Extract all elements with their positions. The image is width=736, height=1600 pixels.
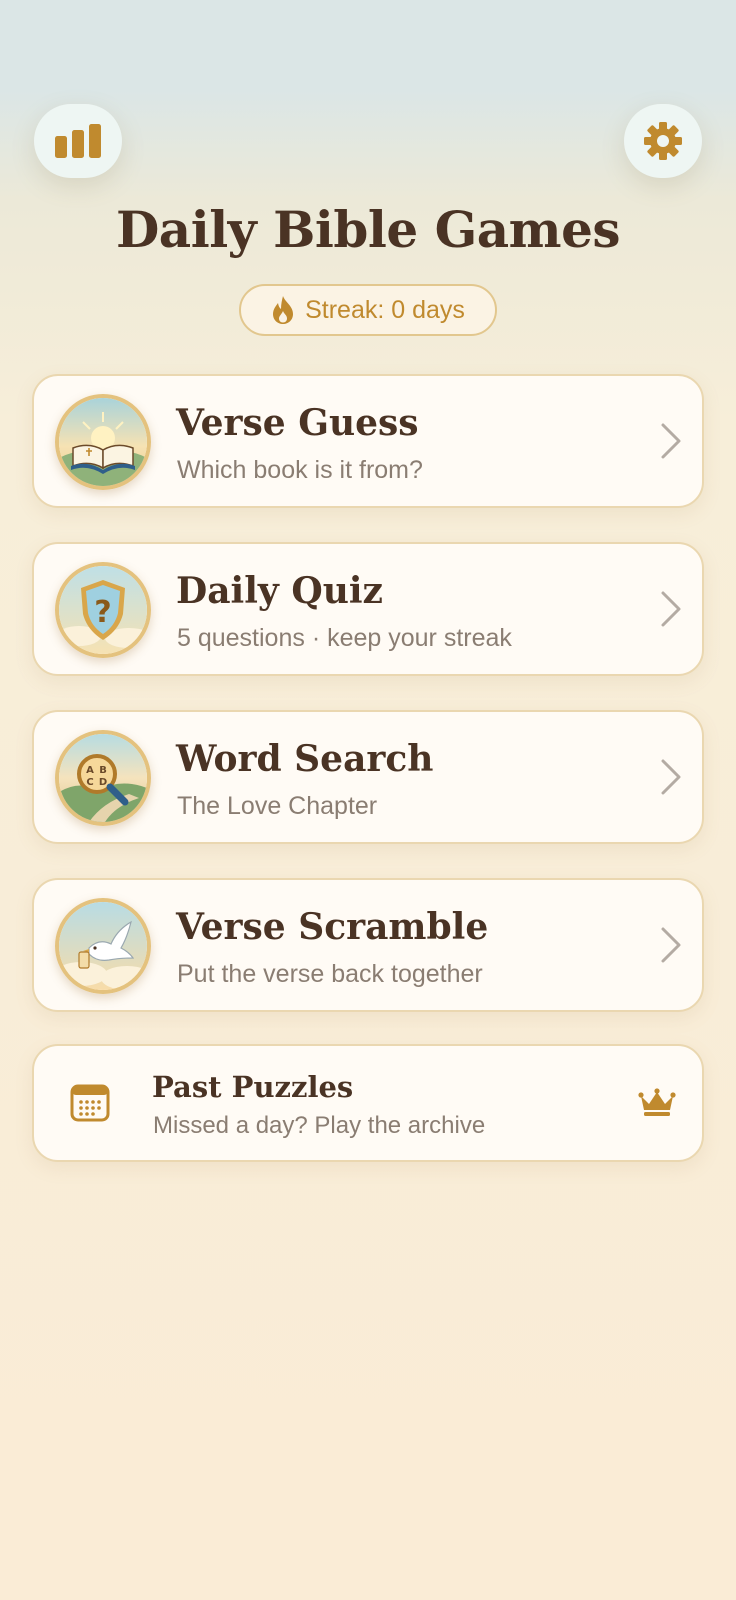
page-title: Daily Bible Games: [115, 200, 621, 259]
past-puzzles-subtitle: Missed a day? Play the archive: [153, 1112, 486, 1139]
game-title: Word Search: [176, 738, 434, 780]
game-card-daily-quiz[interactable]: ? Daily Quiz 5 questions · keep your str…: [32, 542, 704, 676]
streak-badge: Streak: 0 days: [239, 284, 497, 336]
stats-button[interactable]: [34, 104, 122, 178]
past-puzzles-title: Past Puzzles: [152, 1070, 354, 1104]
game-subtitle: The Love Chapter: [177, 792, 378, 820]
past-puzzles-card[interactable]: Past Puzzles Missed a day? Play the arch…: [32, 1044, 704, 1162]
svg-text:?: ?: [94, 595, 111, 630]
open-bible-icon: [55, 394, 151, 490]
dove-icon: [55, 898, 151, 994]
game-card-verse-guess[interactable]: Verse Guess Which book is it from?: [32, 374, 704, 508]
streak-label: Streak: 0 days: [305, 295, 465, 324]
svg-text:A: A: [86, 765, 94, 776]
flame-icon: [273, 296, 294, 324]
question-shield-icon: ?: [55, 562, 151, 658]
chevron-right-icon: [661, 423, 681, 459]
bar-chart-icon: [55, 124, 101, 158]
svg-text:B: B: [99, 765, 107, 776]
game-card-word-search[interactable]: A B C D Word Search The Love Chapter: [32, 710, 704, 844]
svg-text:D: D: [99, 777, 107, 788]
magnifier-letters-icon: A B C D: [55, 730, 151, 826]
settings-button[interactable]: [624, 104, 702, 178]
game-subtitle: Which book is it from?: [177, 456, 423, 484]
chevron-right-icon: [661, 759, 681, 795]
game-subtitle: Put the verse back together: [177, 960, 483, 988]
game-title: Verse Scramble: [176, 906, 489, 948]
chevron-right-icon: [661, 927, 681, 963]
game-title: Daily Quiz: [176, 570, 383, 612]
svg-text:C: C: [86, 777, 93, 788]
calendar-icon: [70, 1084, 110, 1122]
game-subtitle: 5 questions · keep your streak: [177, 624, 512, 652]
crown-icon: [638, 1088, 676, 1116]
chevron-right-icon: [661, 591, 681, 627]
gear-icon: [644, 122, 682, 160]
game-title: Verse Guess: [176, 402, 419, 444]
game-card-verse-scramble[interactable]: Verse Scramble Put the verse back togeth…: [32, 878, 704, 1012]
